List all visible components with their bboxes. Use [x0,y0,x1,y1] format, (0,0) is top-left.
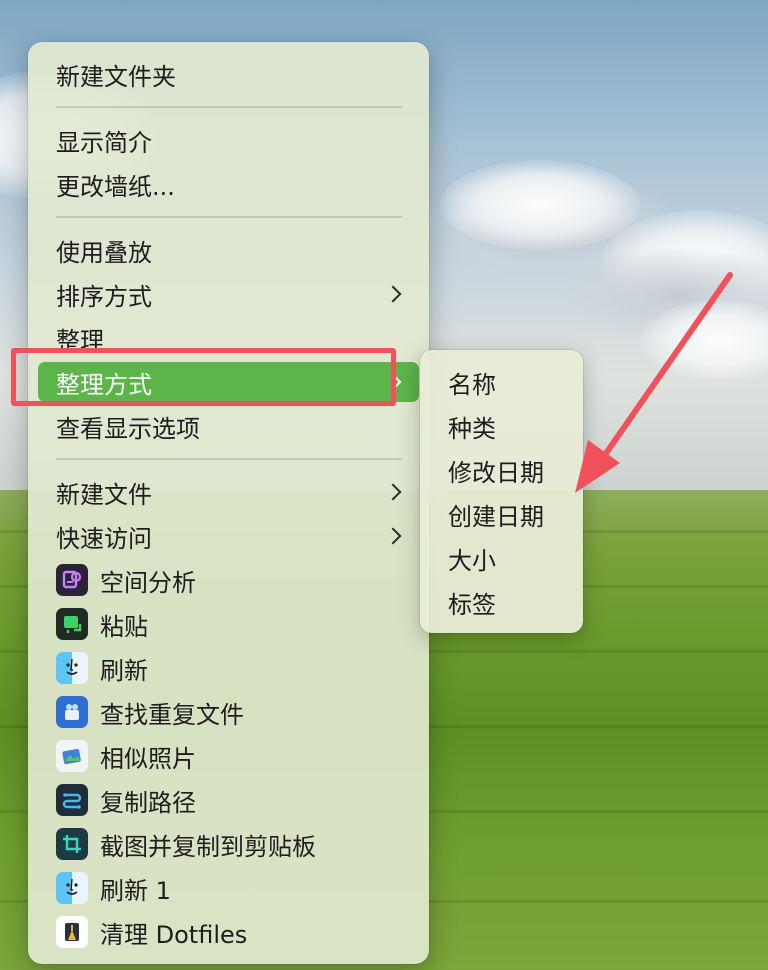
menu-separator [56,106,402,108]
copy-path-icon [56,784,88,816]
menu-item-new-folder[interactable]: 新建文件夹 [38,54,419,94]
chevron-right-icon [384,527,402,545]
cleaner-icon [56,916,88,948]
menu-item-clean-up-by[interactable]: 整理方式 [38,362,419,402]
finder-icon [56,872,88,904]
submenu-item-date-modified[interactable]: 修改日期 [448,450,544,490]
submenu-item-date-created[interactable]: 创建日期 [448,494,544,534]
photos-icon [56,740,88,772]
menu-item-show-view-options[interactable]: 查看显示选项 [38,406,419,446]
menu-item-get-info[interactable]: 显示简介 [38,120,419,160]
menu-item-refresh[interactable]: 刷新 [38,648,419,688]
duplicate-finder-icon [56,696,88,728]
menu-item-screenshot-copy[interactable]: 截图并复制到剪贴板 [38,824,419,864]
crop-screenshot-icon [56,828,88,860]
menu-item-paste[interactable]: 粘贴 [38,604,419,644]
submenu-item-size[interactable]: 大小 [448,538,496,578]
context-menu: 新建文件夹 显示简介 更改墙纸... 使用叠放 排序方式 整理 整理方式 查看显… [28,42,429,964]
clipboard-icon [56,608,88,640]
menu-separator [56,458,402,460]
menu-item-space-analysis[interactable]: 空间分析 [38,560,419,600]
menu-item-similar-photos[interactable]: 相似照片 [38,736,419,776]
submenu-item-name[interactable]: 名称 [448,362,496,402]
menu-item-clean-up[interactable]: 整理 [38,318,419,358]
clean-up-by-submenu: 名称 种类 修改日期 创建日期 大小 标签 [420,350,583,633]
menu-item-sort-by[interactable]: 排序方式 [38,274,419,314]
submenu-item-tags[interactable]: 标签 [448,582,496,622]
chevron-right-icon [384,373,402,391]
submenu-item-kind[interactable]: 种类 [448,406,496,446]
chevron-right-icon [384,483,402,501]
menu-item-quick-access[interactable]: 快速访问 [38,516,419,556]
finder-icon [56,652,88,684]
menu-item-new-file[interactable]: 新建文件 [38,472,419,512]
menu-separator [56,216,402,218]
menu-item-copy-path[interactable]: 复制路径 [38,780,419,820]
chevron-right-icon [384,285,402,303]
menu-item-find-duplicates[interactable]: 查找重复文件 [38,692,419,732]
menu-item-use-stacks[interactable]: 使用叠放 [38,230,419,270]
menu-item-refresh-1[interactable]: 刷新 1 [38,868,419,908]
disk-analyzer-icon [56,564,88,596]
menu-item-clean-dotfiles[interactable]: 清理 Dotfiles [38,912,419,952]
menu-item-change-wallpaper[interactable]: 更改墙纸... [38,164,419,204]
